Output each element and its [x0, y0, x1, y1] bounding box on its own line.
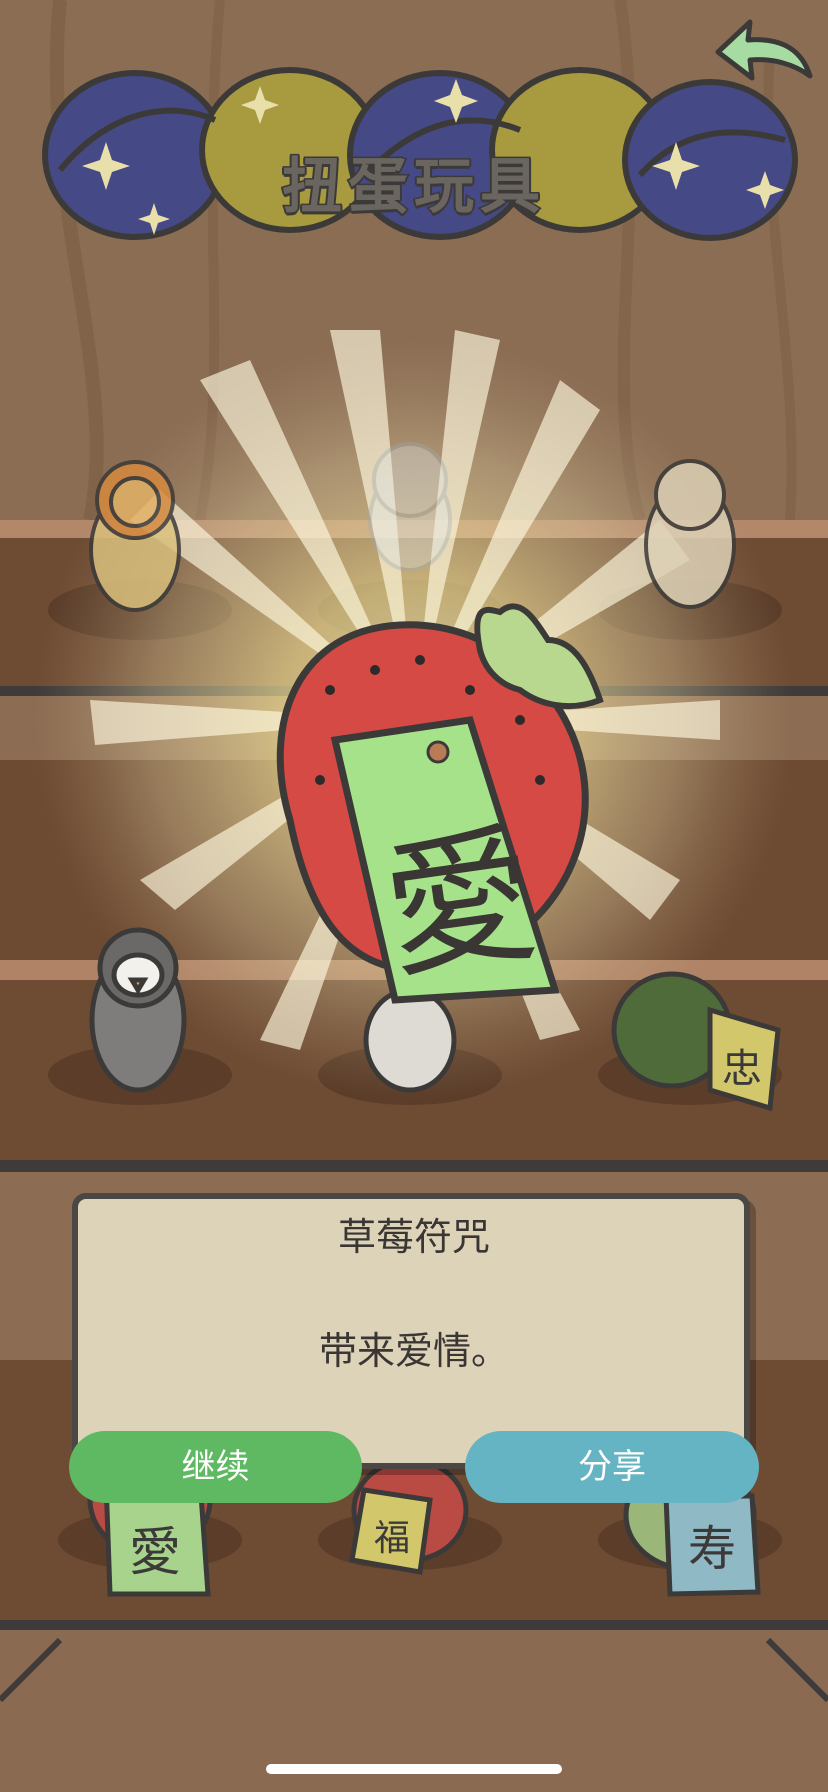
item-description: 带来爱情。	[318, 1329, 509, 1373]
polar-bear-toy	[368, 442, 452, 572]
love-charm-shelf-character: 愛	[129, 1523, 181, 1583]
scene-background: 忠 愛 福 寿 愛	[0, 0, 828, 1792]
share-button[interactable]: 分享	[465, 1431, 759, 1503]
continue-button[interactable]: 继续	[69, 1431, 362, 1503]
lucky-cat-toy	[363, 987, 457, 1093]
penguin-doll-toy	[89, 927, 187, 1093]
love-charm-character: 愛	[374, 807, 547, 1000]
lion-doll-toy	[89, 460, 181, 612]
fortune-charm-character: 福	[374, 1518, 410, 1559]
longevity-charm-character: 寿	[688, 1521, 736, 1577]
item-name: 草莓符咒	[337, 1215, 490, 1259]
dog-doll-toy	[644, 459, 736, 609]
page-title: 扭蛋玩具	[281, 151, 546, 224]
back-arrow-icon	[715, 19, 813, 81]
back-button[interactable]	[712, 14, 816, 94]
loyalty-charm-character: 忠	[722, 1046, 762, 1092]
home-indicator	[266, 1764, 562, 1774]
